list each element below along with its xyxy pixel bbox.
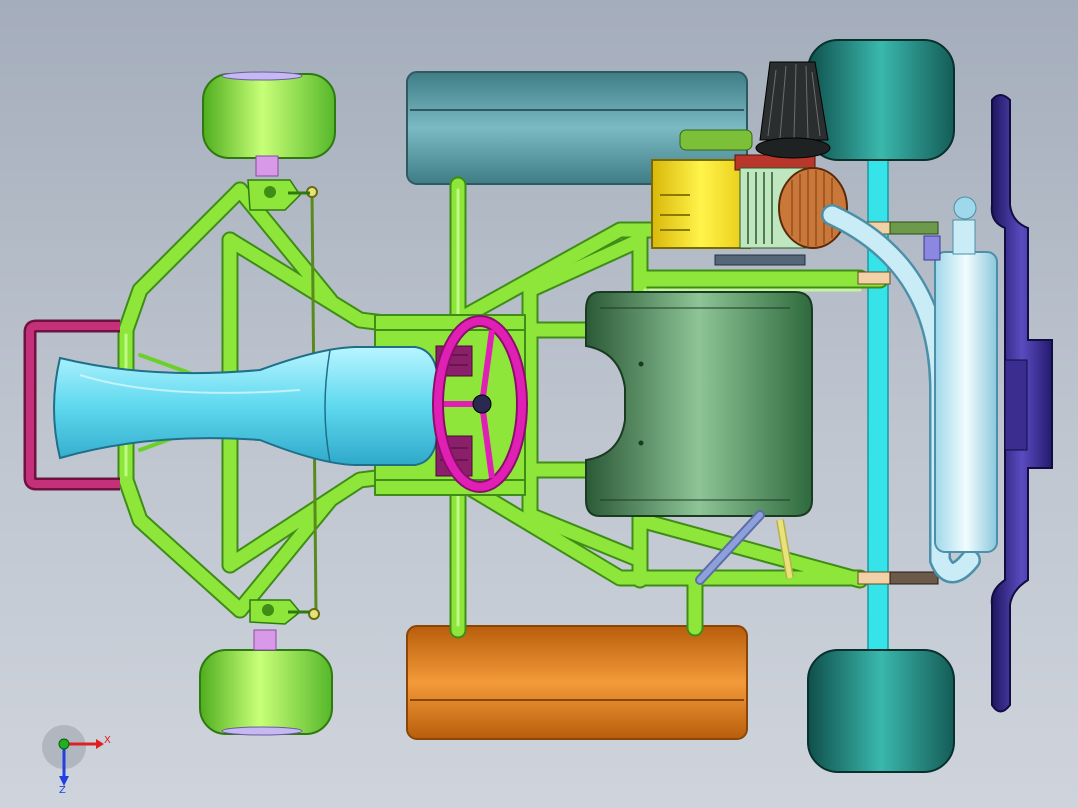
fuel-tank[interactable] [585, 291, 813, 517]
front-tire-bottom[interactable] [199, 629, 333, 736]
kart-model[interactable] [0, 0, 1078, 808]
rear-bumper[interactable] [990, 94, 1053, 713]
cad-viewport[interactable]: X Z [0, 0, 1078, 808]
triad-x-label: X [104, 735, 111, 746]
side-pod-bottom[interactable] [406, 625, 748, 740]
coordinate-triad [42, 725, 104, 786]
exhaust[interactable] [821, 196, 998, 584]
rear-tire-bottom[interactable] [807, 649, 955, 773]
rear-axle[interactable] [867, 89, 889, 741]
seat[interactable] [53, 346, 439, 466]
front-tire-top[interactable] [202, 71, 336, 177]
rear-tire-top[interactable] [807, 39, 955, 161]
triad-z-label: Z [59, 785, 66, 796]
